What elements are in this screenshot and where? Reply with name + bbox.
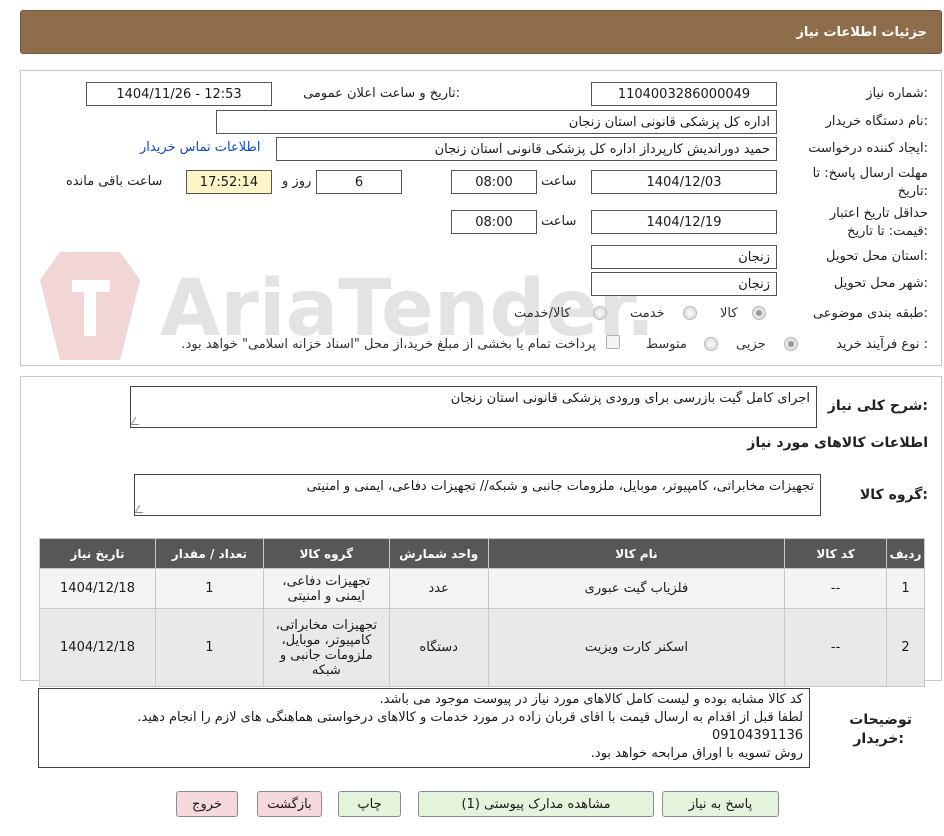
category-label: طبقه بندی موضوعی:: [812, 306, 928, 321]
validity-time-field[interactable]: 08:00: [451, 210, 537, 234]
col-name-header: نام کالا: [487, 538, 786, 569]
creator-field[interactable]: حمید دوراندیش کارپرداز اداره کل پزشکی قا…: [276, 137, 777, 161]
goods-info-title: اطلاعات کالاهای مورد نیاز: [747, 435, 928, 451]
col-code-header: کد کالا: [784, 538, 888, 569]
view-attachments-button[interactable]: مشاهده مدارک پیوستی (1): [418, 791, 654, 817]
cell-row: 1: [886, 568, 925, 609]
category-option-goods-service: کالا/خدمت: [514, 306, 571, 321]
buyer-contact-link[interactable]: اطلاعات تماس خریدار: [140, 140, 260, 155]
table-header-row: ردیف کد کالا نام کالا واحد شمارش گروه کا…: [39, 538, 925, 569]
announce-label: تاریخ و ساعت اعلان عمومی:: [303, 86, 460, 101]
description-label: شرح کلی نیاز:: [827, 398, 928, 414]
validity-label: حداقل تاریخ اعتبار: [829, 206, 928, 221]
resize-handle-icon[interactable]: [130, 417, 144, 425]
buyer-org-field[interactable]: اداره کل پزشکی قانونی استان زنجان: [216, 110, 777, 134]
items-table: ردیف کد کالا نام کالا واحد شمارش گروه کا…: [39, 538, 925, 687]
treasury-bonds-checkbox[interactable]: [606, 335, 620, 349]
description-textarea[interactable]: اجرای کامل گیت بازرسی برای ورودی پزشکی ق…: [130, 386, 817, 428]
cell-date: 1404/12/18: [39, 608, 156, 687]
buyer-notes-line: کد کالا مشابه بوده و لیست کامل کالاهای م…: [379, 692, 803, 707]
creator-label: ایجاد کننده درخواست:: [808, 141, 928, 156]
category-radio-service[interactable]: [683, 306, 697, 320]
goods-group-text: تجهیزات مخابراتی، کامپیوتر، موبایل، ملزو…: [306, 479, 814, 494]
category-radio-goods[interactable]: [752, 306, 766, 320]
city-label: شهر محل تحویل:: [833, 276, 928, 291]
cell-date: 1404/12/18: [39, 568, 156, 609]
category-radio-goods-service[interactable]: [593, 306, 607, 320]
purchase-type-label: نوع فرآیند خرید :: [836, 337, 928, 352]
back-button[interactable]: بازگشت: [257, 791, 322, 817]
cell-group: تجهیزات مخابراتی، کامپیوتر، موبایل، ملزو…: [262, 608, 390, 687]
cell-row: 2: [886, 608, 925, 687]
buyer-notes-label: توضیحات: [849, 712, 912, 728]
cell-qty: 1: [155, 568, 264, 609]
buyer-notes-line: لطفا قبل از اقدام به ارسال قیمت با اقای …: [137, 710, 803, 725]
days-label: روز و: [282, 174, 312, 189]
description-text: اجرای کامل گیت بازرسی برای ورودی پزشکی ق…: [450, 391, 810, 406]
col-qty-header: تعداد / مقدار: [155, 538, 264, 569]
deadline-time-field[interactable]: 08:00: [451, 170, 537, 194]
deadline-label: مهلت ارسال پاسخ: تا: [812, 166, 928, 181]
deadline-time-label: ساعت: [541, 174, 577, 189]
cell-unit: دستگاه: [388, 608, 489, 687]
col-group-header: گروه کالا: [262, 538, 390, 569]
need-number-field[interactable]: 1104003286000049: [591, 82, 777, 106]
buyer-notes-line: 09104391136: [712, 728, 803, 743]
page-header: جزئیات اطلاعات نیاز: [20, 10, 942, 54]
cell-unit: عدد: [388, 568, 489, 609]
buyer-notes-label-2: خریدار:: [853, 731, 904, 747]
exit-button[interactable]: خروج: [176, 791, 238, 817]
cell-group: تجهیزات دفاعی، ایمنی و امنیتی: [262, 568, 390, 609]
category-option-goods: کالا: [720, 306, 738, 321]
deadline-label-2: تاریخ:: [897, 184, 928, 199]
validity-label-2: قیمت: تا تاریخ:: [847, 224, 928, 239]
table-row[interactable]: 2 -- اسکنر کارت ویزیت دستگاه تجهیزات مخا…: [39, 608, 925, 687]
page-title: جزئیات اطلاعات نیاز: [796, 24, 927, 40]
remaining-time-field: 17:52:14: [186, 170, 272, 194]
city-field[interactable]: زنجان: [591, 272, 777, 296]
goods-group-label: گروه کالا:: [859, 487, 928, 503]
cell-code: --: [784, 608, 888, 687]
days-remaining-field[interactable]: 6: [316, 170, 402, 194]
buyer-notes-line: روش تسویه با اوراق مرابحه خواهد بود.: [590, 746, 803, 761]
purchase-radio-medium[interactable]: [704, 337, 718, 351]
table-row[interactable]: 1 -- فلزیاب گیت عبوری عدد تجهیزات دفاعی،…: [39, 568, 925, 609]
province-label: استان محل تحویل:: [826, 249, 928, 264]
validity-date-field[interactable]: 1404/12/19: [591, 210, 777, 234]
treasury-bonds-note: پرداخت تمام یا بخشی از مبلغ خرید،از محل …: [181, 337, 596, 352]
respond-button[interactable]: پاسخ به نیاز: [662, 791, 779, 817]
validity-time-label: ساعت: [541, 214, 577, 229]
purchase-option-medium: متوسط: [646, 337, 687, 352]
purchase-option-minor: جزیی: [736, 337, 766, 352]
buyer-org-label: نام دستگاه خریدار:: [825, 114, 928, 129]
col-unit-header: واحد شمارش: [388, 538, 489, 569]
need-number-label: شماره نیاز:: [866, 86, 928, 101]
resize-handle-icon[interactable]: [134, 505, 148, 513]
cell-name: فلزیاب گیت عبوری: [487, 568, 786, 609]
cell-name: اسکنر کارت ویزیت: [487, 608, 786, 687]
cell-qty: 1: [155, 608, 264, 687]
announce-datetime-field[interactable]: 1404/11/26 - 12:53: [86, 82, 272, 106]
cell-code: --: [784, 568, 888, 609]
remaining-time-label: ساعت باقی مانده: [66, 174, 163, 189]
category-option-service: خدمت: [630, 306, 665, 321]
col-date-header: تاریخ نیاز: [39, 538, 156, 569]
purchase-radio-minor[interactable]: [784, 337, 798, 351]
buyer-notes-textarea[interactable]: کد کالا مشابه بوده و لیست کامل کالاهای م…: [38, 688, 810, 768]
goods-group-textarea[interactable]: تجهیزات مخابراتی، کامپیوتر، موبایل، ملزو…: [134, 474, 821, 516]
province-field[interactable]: زنجان: [591, 245, 777, 269]
deadline-date-field[interactable]: 1404/12/03: [591, 170, 777, 194]
print-button[interactable]: چاپ: [338, 791, 401, 817]
col-row-header: ردیف: [886, 538, 925, 569]
